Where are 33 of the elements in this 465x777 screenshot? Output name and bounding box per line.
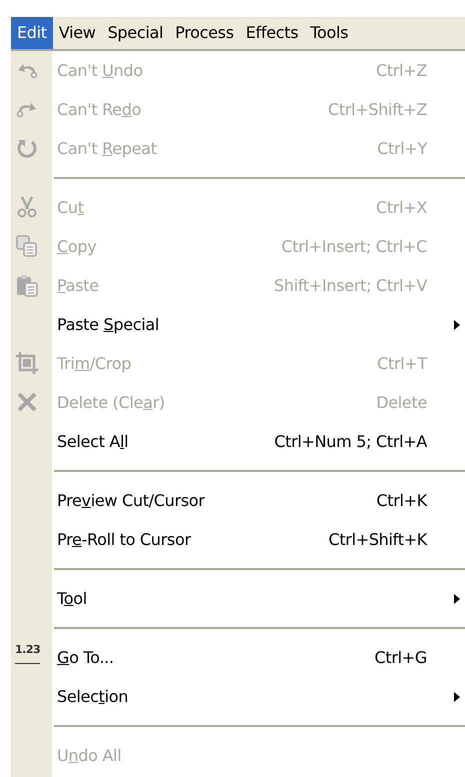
delete-icon: [15, 390, 39, 414]
menu-item[interactable]: Pre-Roll to Cursor: [57, 528, 191, 552]
menu-item[interactable]: Paste Special: [57, 312, 160, 336]
menu-item[interactable]: Select All: [57, 430, 128, 454]
menu-title[interactable]: Effects: [240, 17, 304, 49]
clipboard-icon: [15, 273, 39, 297]
shortcut-text: Ctrl+T: [377, 352, 427, 374]
shortcut-text: Ctrl+Shift+K: [328, 528, 427, 550]
shortcut-text: Ctrl+X: [376, 196, 427, 218]
crop-icon: [15, 351, 39, 375]
submenu-arrow-icon: [453, 318, 461, 332]
menu-title[interactable]: View: [52, 17, 102, 49]
menu-item[interactable]: Go To...: [57, 646, 114, 670]
menu-title[interactable]: Process: [169, 17, 240, 49]
menu-title[interactable]: Tools: [304, 17, 354, 49]
shortcut-text: Ctrl+Z: [376, 60, 427, 82]
shortcut-text: Ctrl+Num 5; Ctrl+A: [274, 430, 427, 452]
menu-title[interactable]: Edit: [11, 17, 53, 49]
submenu-arrow-icon: [453, 690, 461, 704]
submenu-arrow-icon: [453, 592, 461, 606]
menu-item[interactable]: Preview Cut/Cursor: [57, 488, 205, 512]
shortcut-text: Ctrl+Y: [377, 138, 427, 160]
menu-item[interactable]: Tool: [57, 586, 87, 610]
shortcut-text: Ctrl+K: [376, 490, 427, 512]
copy-icon: [15, 234, 39, 258]
scissors-icon: [15, 195, 39, 219]
shortcut-text: Ctrl+Insert; Ctrl+C: [281, 236, 427, 258]
shortcut-text: Ctrl+G: [374, 646, 427, 668]
menu-title[interactable]: Special: [102, 17, 170, 49]
shortcut-text: Ctrl+Shift+Z: [328, 98, 427, 120]
menu-item[interactable]: Selection: [57, 684, 128, 708]
shortcut-text: Delete: [376, 392, 427, 414]
shortcut-text: Shift+Insert; Ctrl+V: [274, 274, 427, 296]
